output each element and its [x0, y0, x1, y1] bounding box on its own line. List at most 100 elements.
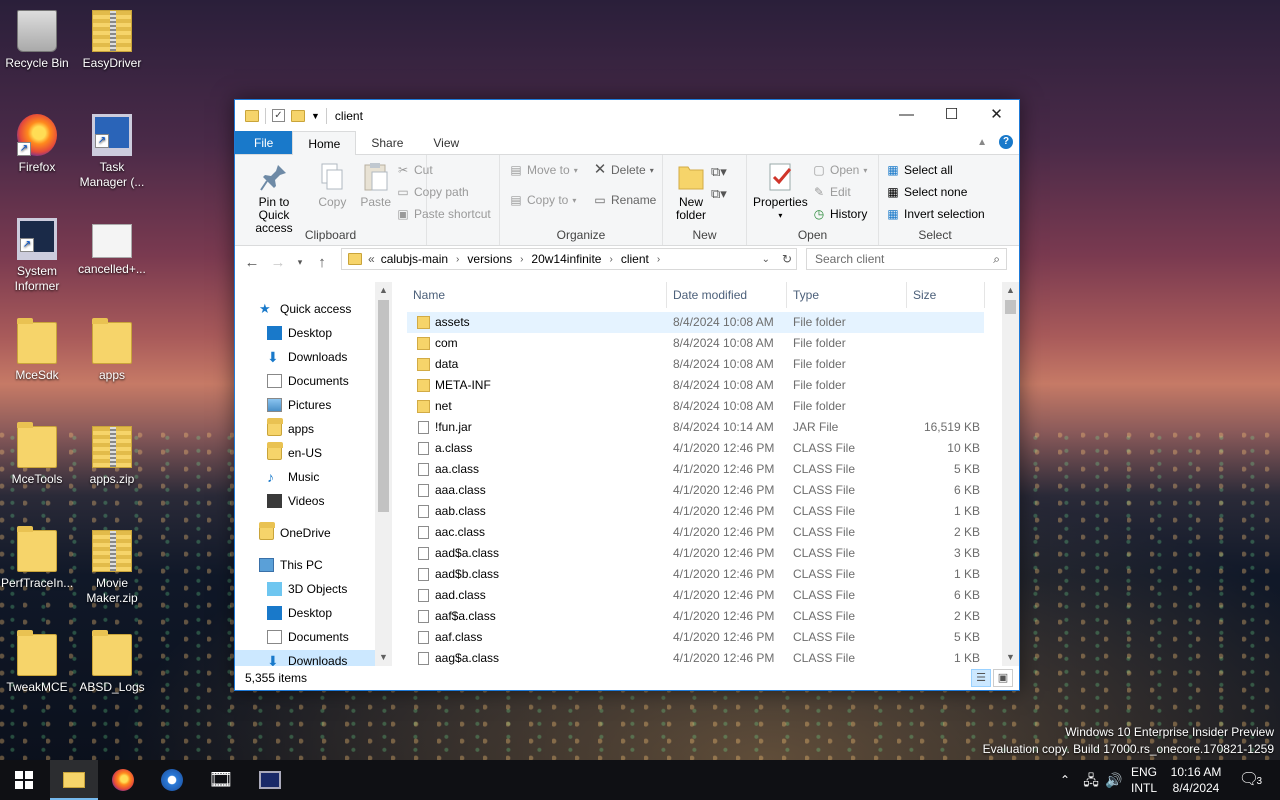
- title-bar[interactable]: ✓ ▼ client — ☐ ✕: [235, 100, 1019, 131]
- tab-file[interactable]: File: [235, 131, 293, 154]
- table-row[interactable]: com 8/4/2024 10:08 AM File folder: [407, 333, 984, 354]
- desktop-icon-mcetools[interactable]: MceTools: [1, 422, 73, 487]
- forward-arrow-icon[interactable]: →: [267, 254, 289, 271]
- delete-button[interactable]: ✕ Delete ▾: [590, 159, 659, 181]
- up-arrow-icon[interactable]: ↑: [311, 254, 333, 271]
- breadcrumb-item[interactable]: client: [621, 252, 649, 266]
- desktop-icon-perftracein[interactable]: PerfTraceIn...: [1, 526, 73, 591]
- properties-button[interactable]: Properties ▾: [749, 159, 812, 224]
- chevron-right-icon[interactable]: ›: [456, 254, 459, 265]
- start-button[interactable]: [0, 760, 48, 800]
- chevron-right-icon[interactable]: ›: [520, 254, 523, 265]
- move-to-button[interactable]: ▤ Move to ▾: [506, 159, 581, 181]
- nav-desktop[interactable]: Desktop📌: [267, 322, 391, 344]
- collapse-ribbon-icon[interactable]: ▲: [977, 137, 987, 148]
- list-scrollbar[interactable]: ▲ ▼: [1002, 282, 1019, 666]
- table-row[interactable]: aaf.class 4/1/2020 12:46 PM CLASS File 5 KB: [407, 627, 984, 648]
- nav-pictures[interactable]: Pictures📌: [267, 394, 391, 416]
- desktop-icon-easydriver[interactable]: EasyDriver: [76, 10, 148, 71]
- column-type[interactable]: Type: [787, 282, 907, 308]
- new-item-icon[interactable]: ⧉▾: [711, 161, 727, 183]
- easy-access-icon[interactable]: ⧉▾: [711, 183, 727, 205]
- taskbar-file-explorer[interactable]: [50, 760, 98, 800]
- breadcrumb-item[interactable]: calubjs-main: [381, 252, 448, 266]
- minimize-button[interactable]: —: [884, 100, 929, 130]
- paste-button[interactable]: Paste: [356, 159, 396, 211]
- close-button[interactable]: ✕: [974, 100, 1019, 130]
- network-icon[interactable]: 🖧: [1082, 760, 1100, 800]
- tab-view[interactable]: View: [418, 131, 474, 154]
- address-bar[interactable]: « calubjs-main › versions › 20w14infinite ›…: [341, 248, 797, 270]
- table-row[interactable]: a.class 4/1/2020 12:46 PM CLASS File 10 KB: [407, 438, 984, 459]
- desktop-icon-system-informer[interactable]: System Informer: [1, 218, 73, 294]
- desktop-icon-apps[interactable]: apps: [76, 318, 148, 383]
- refresh-icon[interactable]: ↻: [782, 252, 792, 266]
- input-language[interactable]: ENG INTL: [1126, 760, 1162, 800]
- breadcrumb-item[interactable]: versions: [467, 252, 512, 266]
- table-row[interactable]: net 8/4/2024 10:08 AM File folder: [407, 396, 984, 417]
- desktop-icon-cancelled[interactable]: cancelled+...: [76, 218, 148, 277]
- tab-home[interactable]: Home: [292, 131, 357, 155]
- scroll-up-icon[interactable]: ▲: [375, 282, 392, 299]
- desktop-icon-recycle-bin[interactable]: Recycle Bin: [1, 10, 73, 71]
- nav-en-us[interactable]: en-US: [267, 442, 391, 464]
- invert-selection-button[interactable]: ▦ Invert selection: [883, 203, 988, 225]
- table-row[interactable]: aab.class 4/1/2020 12:46 PM CLASS File 1 KB: [407, 501, 984, 522]
- table-row[interactable]: assets 8/4/2024 10:08 AM File folder: [407, 312, 984, 333]
- back-arrow-icon[interactable]: ←: [241, 254, 263, 271]
- nav-downloads[interactable]: ⬇Downloads📌: [267, 346, 391, 368]
- properties-quick-icon[interactable]: ✓: [272, 109, 285, 122]
- table-row[interactable]: aaf$a.class 4/1/2020 12:46 PM CLASS File 2 …: [407, 606, 984, 627]
- select-none-button[interactable]: ▦ Select none: [883, 181, 988, 203]
- copy-button[interactable]: Copy: [312, 159, 352, 211]
- recent-locations-chevron-icon[interactable]: ▾: [293, 257, 307, 268]
- pin-to-quick-access-button[interactable]: Pin to Quick access: [239, 159, 309, 237]
- nav-this-pc[interactable]: This PC: [259, 554, 391, 576]
- column-date-modified[interactable]: Date modified: [667, 282, 787, 308]
- scroll-down-icon[interactable]: ▼: [375, 649, 392, 666]
- table-row[interactable]: aag$a.class 4/1/2020 12:46 PM CLASS File 1 …: [407, 648, 984, 666]
- taskbar-media-player[interactable]: [148, 760, 196, 800]
- desktop-icon-firefox[interactable]: Firefox: [1, 114, 73, 175]
- details-view-icon[interactable]: ☰: [971, 669, 991, 687]
- show-hidden-icons-icon[interactable]: ⌃: [1058, 760, 1072, 800]
- open-button[interactable]: ▢ Open ▾: [809, 159, 870, 181]
- large-icons-view-icon[interactable]: ▣: [993, 669, 1013, 687]
- desktop-icon-absd-logs[interactable]: ABSD_Logs: [76, 630, 148, 695]
- column-name[interactable]: Name: [407, 282, 667, 308]
- table-row[interactable]: aad.class 4/1/2020 12:46 PM CLASS File 6 KB: [407, 585, 984, 606]
- list-scroll-thumb[interactable]: [1005, 300, 1016, 314]
- taskbar-movie-maker[interactable]: 🎞: [197, 760, 245, 800]
- nav-3d-objects[interactable]: 3D Objects: [267, 578, 391, 600]
- cut-button[interactable]: ✂ Cut: [393, 159, 494, 181]
- desktop-icon-mcesdk[interactable]: MceSdk: [1, 318, 73, 383]
- table-row[interactable]: aac.class 4/1/2020 12:46 PM CLASS File 2 KB: [407, 522, 984, 543]
- taskbar-system-informer[interactable]: [246, 760, 294, 800]
- column-size[interactable]: Size: [907, 282, 985, 308]
- table-row[interactable]: aad$b.class 4/1/2020 12:46 PM CLASS File 1 …: [407, 564, 984, 585]
- search-input[interactable]: Search client ⌕: [806, 248, 1007, 270]
- chevron-right-icon[interactable]: ›: [657, 254, 660, 265]
- table-row[interactable]: !fun.jar 8/4/2024 10:14 AM JAR File 16,519 …: [407, 417, 984, 438]
- breadcrumb-item[interactable]: 20w14infinite: [531, 252, 601, 266]
- history-button[interactable]: ◷ History: [809, 203, 870, 225]
- nav-documents[interactable]: Documents📌: [267, 370, 391, 392]
- desktop-icon-task-manager[interactable]: Task Manager (...: [76, 114, 148, 190]
- volume-icon[interactable]: 🔊: [1105, 760, 1123, 800]
- nav-videos[interactable]: Videos: [267, 490, 391, 512]
- scroll-up-icon[interactable]: ▲: [1002, 282, 1019, 299]
- nav-scrollbar[interactable]: ▲ ▼: [375, 282, 392, 666]
- desktop-icon-apps-zip[interactable]: apps.zip: [76, 426, 148, 487]
- nav-music[interactable]: ♪ Music: [267, 466, 391, 488]
- table-row[interactable]: aa.class 4/1/2020 12:46 PM CLASS File 5 KB: [407, 459, 984, 480]
- table-row[interactable]: data 8/4/2024 10:08 AM File folder: [407, 354, 984, 375]
- nav-pc-desktop[interactable]: Desktop: [267, 602, 391, 624]
- chevron-right-icon[interactable]: ›: [609, 254, 612, 265]
- new-folder-quick-icon[interactable]: [291, 109, 305, 122]
- breadcrumb-overflow[interactable]: «: [368, 252, 375, 266]
- scroll-down-icon[interactable]: ▼: [1002, 649, 1019, 666]
- select-all-button[interactable]: ▦ Select all: [883, 159, 988, 181]
- customize-toolbar-icon[interactable]: ▼: [311, 111, 320, 121]
- copy-path-button[interactable]: ▭ Copy path: [393, 181, 494, 203]
- copy-to-button[interactable]: ▤ Copy to ▾: [506, 189, 581, 211]
